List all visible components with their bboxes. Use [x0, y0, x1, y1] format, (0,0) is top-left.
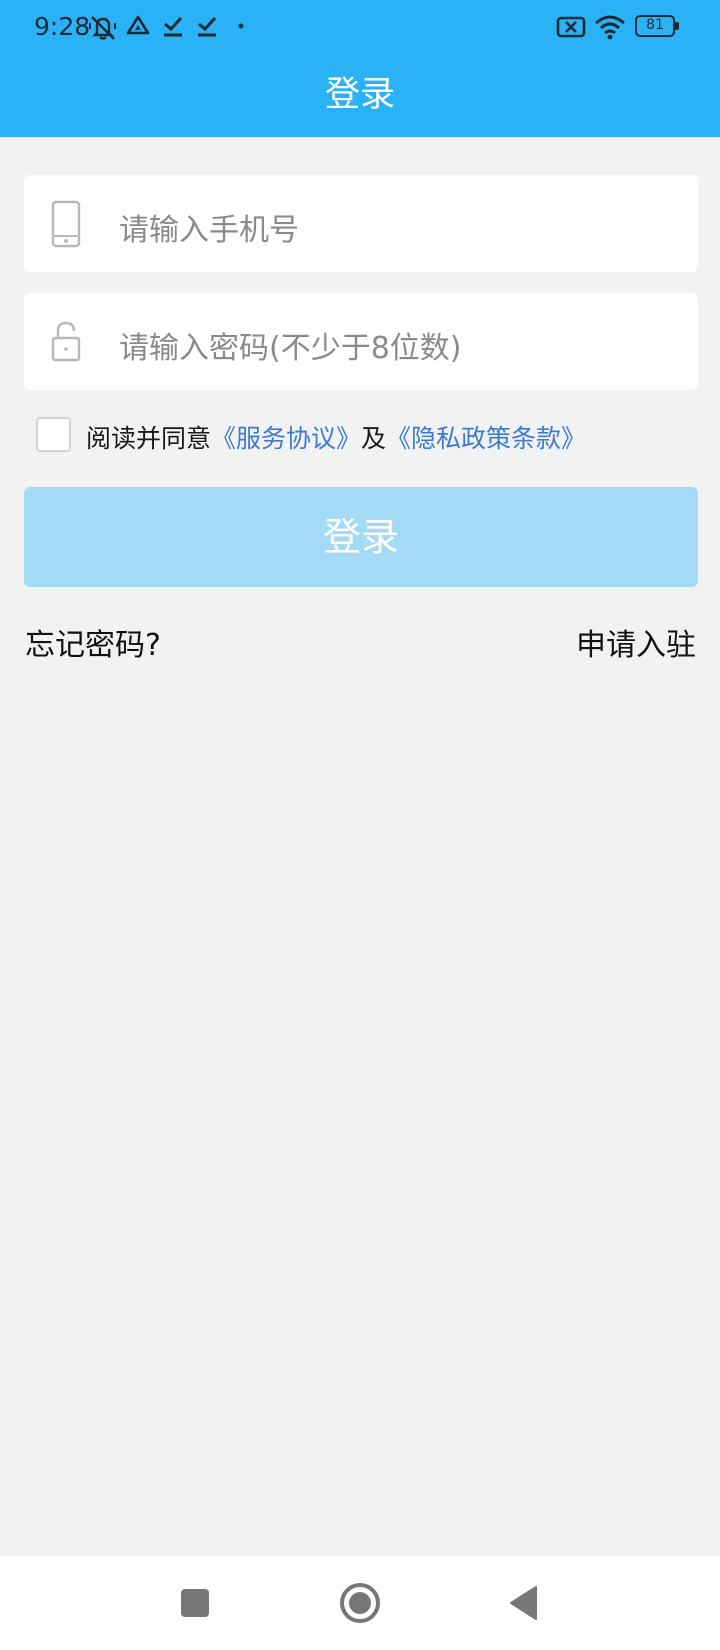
status-bar: 9:28 81 — [0, 0, 720, 56]
battery-icon: 81 — [635, 15, 679, 37]
battery-level: 81 — [646, 17, 664, 33]
forgot-password-link[interactable]: 忘记密码? — [25, 620, 161, 664]
wifi-icon — [595, 15, 625, 40]
no-sim-icon — [556, 16, 586, 38]
password-input[interactable]: 请输入密码(不少于8位数) — [24, 293, 698, 390]
agreement-row: 阅读并同意《服务协议》及《隐私政策条款》 — [36, 417, 696, 453]
download-done-icon — [164, 16, 183, 37]
login-button[interactable]: 登录 — [24, 487, 698, 587]
system-nav-bar — [0, 1556, 720, 1650]
home-icon[interactable] — [339, 1582, 381, 1624]
password-placeholder: 请输入密码(不少于8位数) — [119, 331, 462, 366]
recents-icon[interactable] — [180, 1588, 210, 1618]
phone-input[interactable]: 请输入手机号 — [24, 175, 698, 272]
apply-link[interactable]: 申请入驻 — [576, 620, 696, 664]
app-header: 9:28 81 登录 — [0, 0, 720, 137]
phone-placeholder: 请输入手机号 — [119, 213, 299, 248]
mute-icon — [89, 16, 116, 40]
agreement-text: 阅读并同意《服务协议》及《隐私政策条款》 — [86, 419, 586, 455]
drive-icon — [126, 15, 150, 35]
privacy-policy-link[interactable]: 《隐私政策条款》 — [386, 424, 586, 453]
agreement-prefix: 阅读并同意 — [86, 424, 212, 453]
status-time: 9:28 — [34, 12, 91, 41]
back-icon[interactable] — [508, 1585, 538, 1621]
agreement-checkbox[interactable] — [36, 417, 71, 452]
phone-icon — [51, 200, 81, 248]
dot-icon — [238, 23, 244, 29]
page-title: 登录 — [324, 75, 395, 115]
service-agreement-link[interactable]: 《服务协议》 — [211, 424, 361, 453]
download-done-icon — [198, 16, 217, 37]
lock-icon — [51, 321, 81, 362]
agreement-connector: 及 — [361, 424, 387, 453]
